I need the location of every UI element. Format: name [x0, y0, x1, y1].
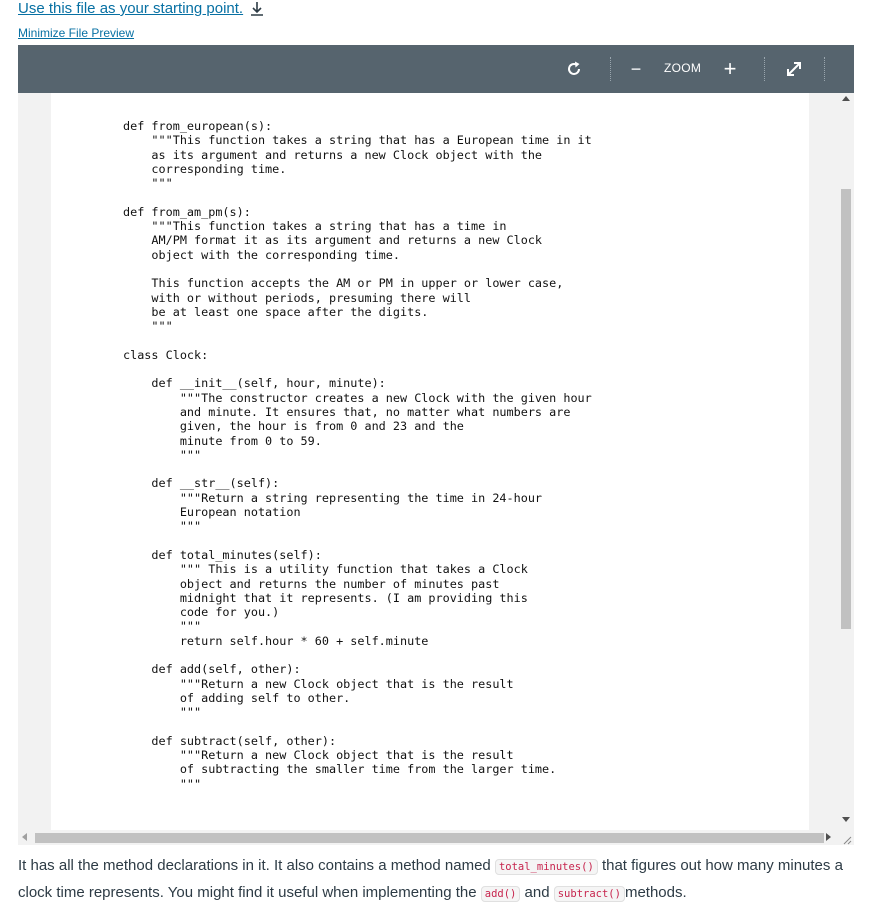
minimize-preview-link[interactable]: Minimize File Preview: [18, 26, 134, 40]
horizontal-scroll-thumb[interactable]: [35, 833, 824, 843]
scroll-left-arrow-icon[interactable]: [22, 833, 27, 841]
code-content: def from_european(s): """This function t…: [123, 119, 592, 791]
starting-point-label: Use this file as your starting point.: [18, 0, 244, 17]
total-minutes-code: total_minutes(): [494, 859, 598, 875]
resize-handle-icon[interactable]: [842, 835, 852, 845]
rotate-button[interactable]: [562, 57, 586, 81]
subtract-code: subtract(): [553, 886, 625, 902]
fullscreen-icon: [787, 62, 801, 76]
scroll-right-arrow-icon[interactable]: [826, 833, 831, 841]
fullscreen-button[interactable]: [782, 57, 806, 81]
document-area: def from_european(s): """This function t…: [18, 93, 854, 830]
document-page: def from_european(s): """This function t…: [51, 93, 809, 830]
toolbar-divider: [764, 57, 765, 81]
minus-icon: −: [630, 58, 642, 79]
vertical-scroll-thumb[interactable]: [841, 189, 851, 629]
rotate-icon: [568, 61, 580, 75]
description-text: and: [520, 884, 554, 901]
description-paragraph: It has all the method declarations in it…: [18, 853, 858, 907]
zoom-out-button[interactable]: −: [626, 57, 646, 81]
starting-point-link[interactable]: Use this file as your starting point.: [18, 0, 265, 17]
vertical-scrollbar[interactable]: [837, 93, 854, 830]
file-preview: − ZOOM + def from_european(s): """This f…: [18, 45, 854, 845]
scroll-up-arrow-icon[interactable]: [842, 96, 850, 101]
preview-toolbar: − ZOOM +: [18, 45, 854, 93]
toolbar-divider: [824, 57, 825, 81]
description-text: methods.: [624, 884, 687, 901]
plus-icon: +: [723, 56, 737, 81]
download-icon: [251, 1, 264, 16]
toolbar-divider: [610, 57, 611, 81]
zoom-in-button[interactable]: +: [720, 56, 740, 81]
scroll-down-arrow-icon[interactable]: [842, 817, 850, 822]
zoom-label: ZOOM: [664, 61, 702, 75]
description-text: It has all the method declarations in it…: [18, 857, 495, 874]
add-code: add(): [480, 886, 521, 902]
horizontal-scrollbar[interactable]: [18, 830, 854, 845]
